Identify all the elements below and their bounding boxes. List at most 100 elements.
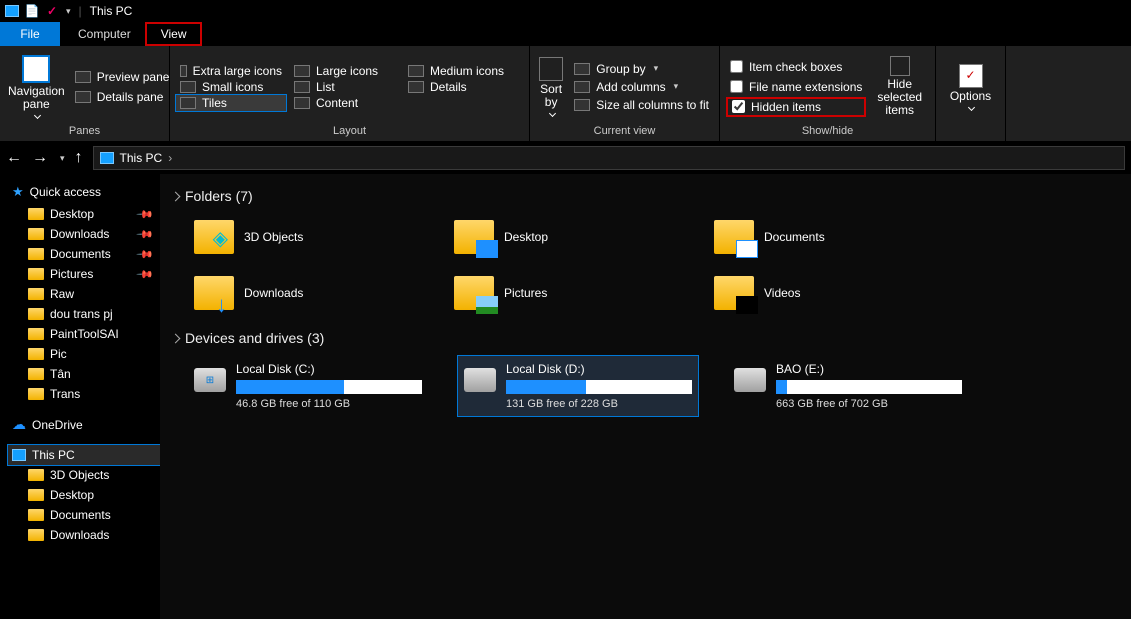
sidebar-item-dou-trans-pj[interactable]: dou trans pj <box>8 304 160 324</box>
folder-tile-pictures[interactable]: Pictures <box>448 270 678 316</box>
this-pc-icon <box>100 152 114 164</box>
drive-icon: ⊞ <box>194 368 226 392</box>
group-label-layout: Layout <box>176 123 523 141</box>
pin-icon: 📌 <box>136 245 155 264</box>
details-pane-button[interactable]: Details pane <box>71 89 174 105</box>
chevron-down-icon[interactable]: ▾ <box>66 6 71 17</box>
hide-selected-items-button[interactable]: Hide selected items <box>870 50 929 123</box>
tab-computer[interactable]: Computer <box>64 22 145 46</box>
folder-tile-downloads[interactable]: ↓ Downloads <box>188 270 418 316</box>
folder-icon <box>28 328 44 340</box>
section-drives-header[interactable]: Devices and drives (3) <box>172 330 1119 346</box>
content-area: ★Quick access Desktop📌Downloads📌Document… <box>0 174 1131 619</box>
sidebar-item-label: Pic <box>50 347 67 361</box>
options-button[interactable]: ✓ Options <box>942 50 999 123</box>
sidebar-item-trans[interactable]: Trans <box>8 384 160 404</box>
sidebar-item-tân[interactable]: Tân <box>8 364 160 384</box>
navigation-pane-button[interactable]: Navigation pane <box>6 50 67 123</box>
sidebar-item-documents[interactable]: Documents <box>8 505 160 525</box>
folder-icon <box>28 489 44 501</box>
sidebar-item-raw[interactable]: Raw <box>8 284 160 304</box>
layout-details[interactable]: Details <box>404 79 514 95</box>
sidebar-item-downloads[interactable]: Downloads📌 <box>8 224 160 244</box>
drive-tile[interactable]: ⊞ Local Disk (C:) 46.8 GB free of 110 GB <box>188 356 428 416</box>
folder-icon <box>28 509 44 521</box>
group-by-button[interactable]: Group by▾ <box>570 61 713 77</box>
cloud-icon: ☁ <box>12 416 26 433</box>
ribbon-group-options: ✓ Options <box>936 46 1006 141</box>
layout-medium-icons[interactable]: Medium icons <box>404 63 514 79</box>
system-menu-icon[interactable] <box>4 3 20 19</box>
folder-tile-desktop[interactable]: Desktop <box>448 214 678 260</box>
sidebar-onedrive[interactable]: ☁OneDrive <box>8 412 160 437</box>
layout-small-icons[interactable]: Small icons <box>176 79 286 95</box>
qat-icon-2[interactable]: ✓ <box>44 3 60 19</box>
pin-icon: 📌 <box>136 225 155 244</box>
folder-icon <box>714 276 754 310</box>
folder-name: Downloads <box>244 286 303 300</box>
sidebar-item-painttoolsai[interactable]: PaintToolSAI <box>8 324 160 344</box>
folder-icon <box>28 529 44 541</box>
sidebar-item-desktop[interactable]: Desktop <box>8 485 160 505</box>
ribbon-group-current-view: Sort by Group by▾ Add columns▾ Size all … <box>530 46 720 141</box>
chevron-down-icon <box>171 191 181 201</box>
section-folders-header[interactable]: Folders (7) <box>172 188 1119 204</box>
layout-content[interactable]: Content <box>290 95 400 111</box>
tab-view[interactable]: View <box>145 22 203 46</box>
folders-grid: ◈3D Objects Desktop Documents ↓ Downloads Pic… <box>188 214 1119 316</box>
layout-list[interactable]: List <box>290 79 400 95</box>
sort-by-button[interactable]: Sort by <box>536 50 566 123</box>
separator: | <box>79 4 82 18</box>
sidebar-item-pic[interactable]: Pic <box>8 344 160 364</box>
folder-icon <box>28 368 44 380</box>
sidebar-item-desktop[interactable]: Desktop📌 <box>8 204 160 224</box>
back-button[interactable]: ← <box>6 149 22 167</box>
sidebar-item-pictures[interactable]: Pictures📌 <box>8 264 160 284</box>
qat-icon-1[interactable]: 📄 <box>24 3 40 19</box>
drive-name: Local Disk (D:) <box>506 362 692 376</box>
drive-name: Local Disk (C:) <box>236 362 422 376</box>
layout-extra-large-icons[interactable]: Extra large icons <box>176 63 286 79</box>
drive-tile[interactable]: BAO (E:)663 GB free of 702 GB <box>728 356 968 416</box>
folder-icon: ↓ <box>194 276 234 310</box>
folder-tile-videos[interactable]: Videos <box>708 270 938 316</box>
address-bar[interactable]: This PC › <box>93 146 1125 170</box>
drive-usage-bar <box>506 380 692 394</box>
sidebar-item-label: PaintToolSAI <box>50 327 119 341</box>
title-bar: 📄 ✓ ▾ | This PC <box>0 0 1131 22</box>
drive-free-text: 46.8 GB free of 110 GB <box>236 398 422 410</box>
sidebar-this-pc[interactable]: This PC <box>8 445 160 465</box>
breadcrumb-chevron-icon[interactable]: › <box>168 151 172 165</box>
item-check-boxes-toggle[interactable]: Item check boxes <box>726 57 866 77</box>
file-name-extensions-toggle[interactable]: File name extensions <box>726 77 866 97</box>
hidden-items-toggle[interactable]: Hidden items <box>726 97 866 117</box>
folder-tile-documents[interactable]: Documents <box>708 214 938 260</box>
folder-icon <box>454 220 494 254</box>
sidebar-item-downloads[interactable]: Downloads <box>8 525 160 545</box>
size-all-columns-button[interactable]: Size all columns to fit <box>570 97 713 113</box>
folder-overlay-icon <box>736 240 758 258</box>
drive-usage-bar <box>776 380 962 394</box>
sidebar-item-documents[interactable]: Documents📌 <box>8 244 160 264</box>
chevron-down-icon <box>549 110 556 117</box>
layout-tiles[interactable]: Tiles <box>176 95 286 111</box>
drive-tile[interactable]: Local Disk (D:)131 GB free of 228 GB <box>458 356 698 416</box>
forward-button[interactable]: → <box>32 149 48 167</box>
sidebar-quick-access[interactable]: ★Quick access <box>8 180 160 204</box>
folder-name: Documents <box>764 230 825 244</box>
drives-grid: ⊞ Local Disk (C:) 46.8 GB free of 110 GB Lo… <box>188 356 1119 416</box>
tab-file[interactable]: File <box>0 22 60 46</box>
pin-icon: 📌 <box>136 265 155 284</box>
history-dropdown[interactable]: ▾ <box>60 153 65 164</box>
preview-pane-button[interactable]: Preview pane <box>71 69 174 85</box>
sidebar-item-3d-objects[interactable]: 3D Objects <box>8 465 160 485</box>
download-arrow-icon: ↓ <box>216 296 238 314</box>
ribbon-group-layout: Extra large icons Small icons Tiles Larg… <box>170 46 530 141</box>
folder-icon <box>28 228 44 240</box>
add-columns-button[interactable]: Add columns▾ <box>570 79 713 95</box>
breadcrumb-root[interactable]: This PC <box>120 151 163 165</box>
layout-large-icons[interactable]: Large icons <box>290 63 400 79</box>
up-button[interactable]: ↑ <box>75 149 83 167</box>
main-view[interactable]: Folders (7) ◈3D Objects Desktop Documents ↓… <box>160 174 1131 619</box>
folder-tile-3d-objects[interactable]: ◈3D Objects <box>188 214 418 260</box>
